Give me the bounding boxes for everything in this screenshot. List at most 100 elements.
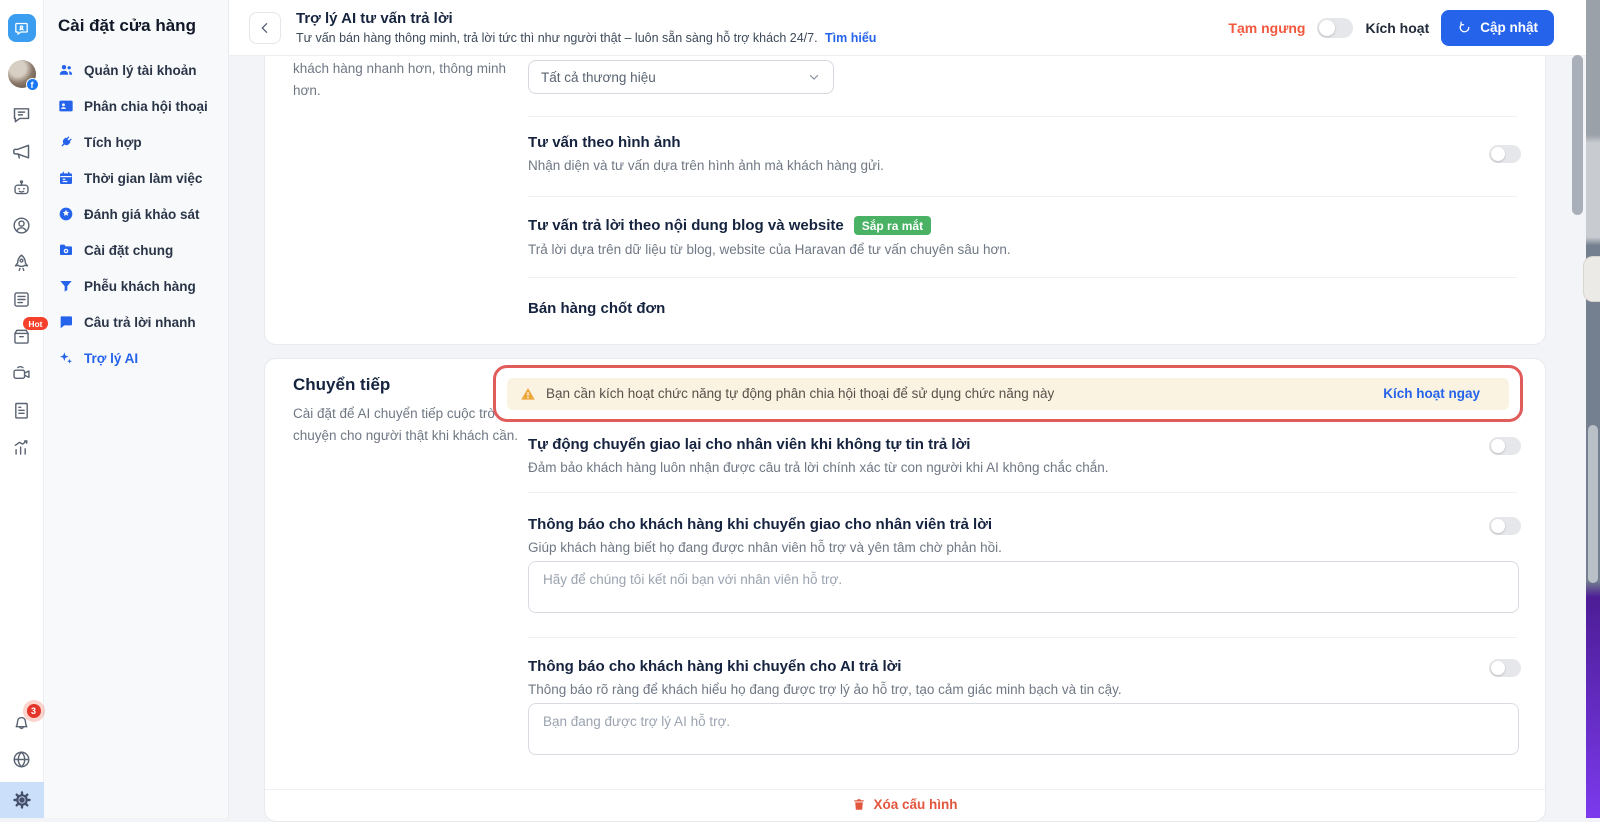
news-icon[interactable] [10,288,34,310]
delete-config-button[interactable]: Xóa cấu hình [265,797,1545,812]
activation-toggle[interactable] [1317,17,1354,38]
activate-now-link[interactable]: Kích hoạt ngay [1383,386,1496,401]
auto-handoff-title: Tự động chuyển giao lại cho nhân viên kh… [528,436,971,453]
id-card-icon [58,98,74,114]
divider [528,277,1517,278]
auto-handoff-description: Đảm bảo khách hàng luôn nhận được câu tr… [528,460,1109,475]
funnel-icon [58,278,74,294]
consulting-settings-card: khách hàng nhanh hơn, thông minh hơn. Tấ… [264,56,1546,345]
warning-triangle-icon [521,387,535,400]
chat-bubble-icon [58,314,74,330]
sidebar-item-ai-assistant[interactable]: Trợ lý AI [58,340,214,376]
sidebar-item-label: Đánh giá khảo sát [84,206,200,222]
page-subtitle-text: Tư vấn bán hàng thông minh, trả lời tức … [296,30,818,45]
page-subtitle: Tư vấn bán hàng thông minh, trả lời tức … [296,31,876,45]
image-consult-toggle[interactable] [1489,145,1521,163]
learn-more-link[interactable]: Tìm hiểu [825,31,876,45]
notification-count-badge: 3 [26,704,41,718]
update-button-label: Cập nhật [1480,20,1538,35]
sidebar-item-survey[interactable]: Đánh giá khảo sát [58,196,214,232]
sidebar-item-label: Tích hợp [84,134,142,150]
sidebar-item-integrations[interactable]: Tích hợp [58,124,214,160]
highlight-annotation: Bạn cần kích hoạt chức năng tự động phân… [493,365,1523,422]
settings-sidebar: Cài đặt cửa hàng Quản lý tài khoản Phân … [44,0,229,818]
sidebar-item-label: Thời gian làm việc [84,170,203,186]
user-circle-icon[interactable] [10,214,34,236]
notify-agent-toggle[interactable] [1489,517,1521,535]
sidebar-item-working-hours[interactable]: Thời gian làm việc [58,160,214,196]
sidebar-item-conversation-split[interactable]: Phân chia hội thoại [58,88,214,124]
update-button[interactable]: Cập nhật [1441,9,1554,46]
notify-ai-toggle[interactable] [1489,659,1521,677]
facebook-badge-icon: f [25,78,39,91]
notify-ai-title: Thông báo cho khách hàng khi chuyển cho … [528,658,902,675]
folder-gear-icon [58,242,74,258]
blog-consult-title: Tư vấn trả lời theo nội dung blog và web… [528,216,932,235]
sidebar-item-account[interactable]: Quản lý tài khoản [58,52,214,88]
robot-icon[interactable] [10,177,34,199]
section-description: khách hàng nhanh hơn, thông minh hơn. [293,61,507,98]
divider [265,789,1545,790]
chat-icon[interactable] [10,103,34,125]
image-consult-title: Tư vấn theo hình ảnh [528,134,681,151]
sidebar-item-label: Phễu khách hàng [84,278,196,294]
pause-label: Tạm ngưng [1228,19,1306,36]
calendar-icon [58,170,74,186]
divider [528,637,1517,638]
settings-gear-icon[interactable] [0,782,44,818]
warning-banner: Bạn cần kích hoạt chức năng tự động phân… [507,377,1509,410]
page-title: Trợ lý AI tư vấn trả lời [296,10,453,28]
ai-sparkle-icon [58,350,74,366]
content-scrollbar-thumb[interactable] [1572,55,1583,215]
chevron-down-icon [807,70,821,84]
window-scrollbar-track [1586,0,1600,818]
delete-config-label: Xóa cấu hình [873,797,958,812]
forwarding-settings-card: Chuyển tiếp Cài đặt để AI chuyển tiếp cu… [264,358,1546,822]
sidebar-title: Cài đặt cửa hàng [58,16,196,35]
sidebar-item-quick-replies[interactable]: Câu trả lời nhanh [58,304,214,340]
video-icon[interactable] [10,362,34,384]
hot-badge: Hot [23,317,48,331]
megaphone-icon[interactable] [10,140,34,162]
brand-filter-select[interactable]: Tất cả thương hiệu [528,60,834,94]
receipt-icon[interactable] [10,399,34,421]
sidebar-item-label: Cài đặt chung [84,242,174,258]
notify-agent-description: Giúp khách hàng biết họ đang được nhân v… [528,540,1002,555]
edge-handle[interactable] [1583,256,1600,302]
users-icon [58,62,74,78]
blog-consult-description: Trả lời dựa trên dữ liệu từ blog, websit… [528,242,1011,257]
globe-icon[interactable] [10,748,34,770]
user-avatar[interactable]: f [7,60,39,91]
sidebar-item-label: Trợ lý AI [84,350,139,366]
rocket-icon[interactable] [10,251,34,273]
chart-icon[interactable] [10,436,34,458]
app-rail: f Hot 3 [0,0,48,818]
sidebar-item-customer-funnel[interactable]: Phễu khách hàng [58,268,214,304]
forwarding-section-title: Chuyển tiếp [293,375,391,394]
sidebar-item-label: Quản lý tài khoản [84,62,197,78]
notify-ai-message-input[interactable] [528,703,1519,755]
notifications-bell-icon[interactable]: 3 [10,704,41,733]
coming-soon-badge: Sắp ra mắt [853,216,932,235]
refresh-icon [1459,21,1470,33]
page-header: Trợ lý AI tư vấn trả lời Tư vấn bán hàng… [229,0,1600,56]
image-consult-description: Nhận diện và tư vấn dựa trên hình ảnh mà… [528,158,884,173]
sidebar-item-label: Câu trả lời nhanh [84,314,196,330]
divider [528,196,1517,197]
sidebar-item-label: Phân chia hội thoại [84,98,208,114]
plug-icon [58,134,74,150]
auto-handoff-toggle[interactable] [1489,437,1521,455]
sales-closing-heading: Bán hàng chốt đơn [528,300,666,317]
brand-filter-value: Tất cả thương hiệu [541,69,656,85]
notify-agent-message-input[interactable] [528,561,1519,613]
trash-icon [854,799,865,810]
notify-agent-title: Thông báo cho khách hàng khi chuyển giao… [528,516,993,533]
notify-ai-description: Thông báo rõ ràng để khách hiểu họ đang … [528,682,1122,697]
divider [528,492,1517,493]
back-button[interactable] [249,11,281,44]
activate-label: Kích hoạt [1365,19,1430,36]
app-logo-icon[interactable] [7,14,36,42]
sidebar-item-general-settings[interactable]: Cài đặt chung [58,232,214,268]
window-scrollbar-thumb[interactable] [1588,425,1598,583]
package-icon[interactable]: Hot [10,317,48,347]
